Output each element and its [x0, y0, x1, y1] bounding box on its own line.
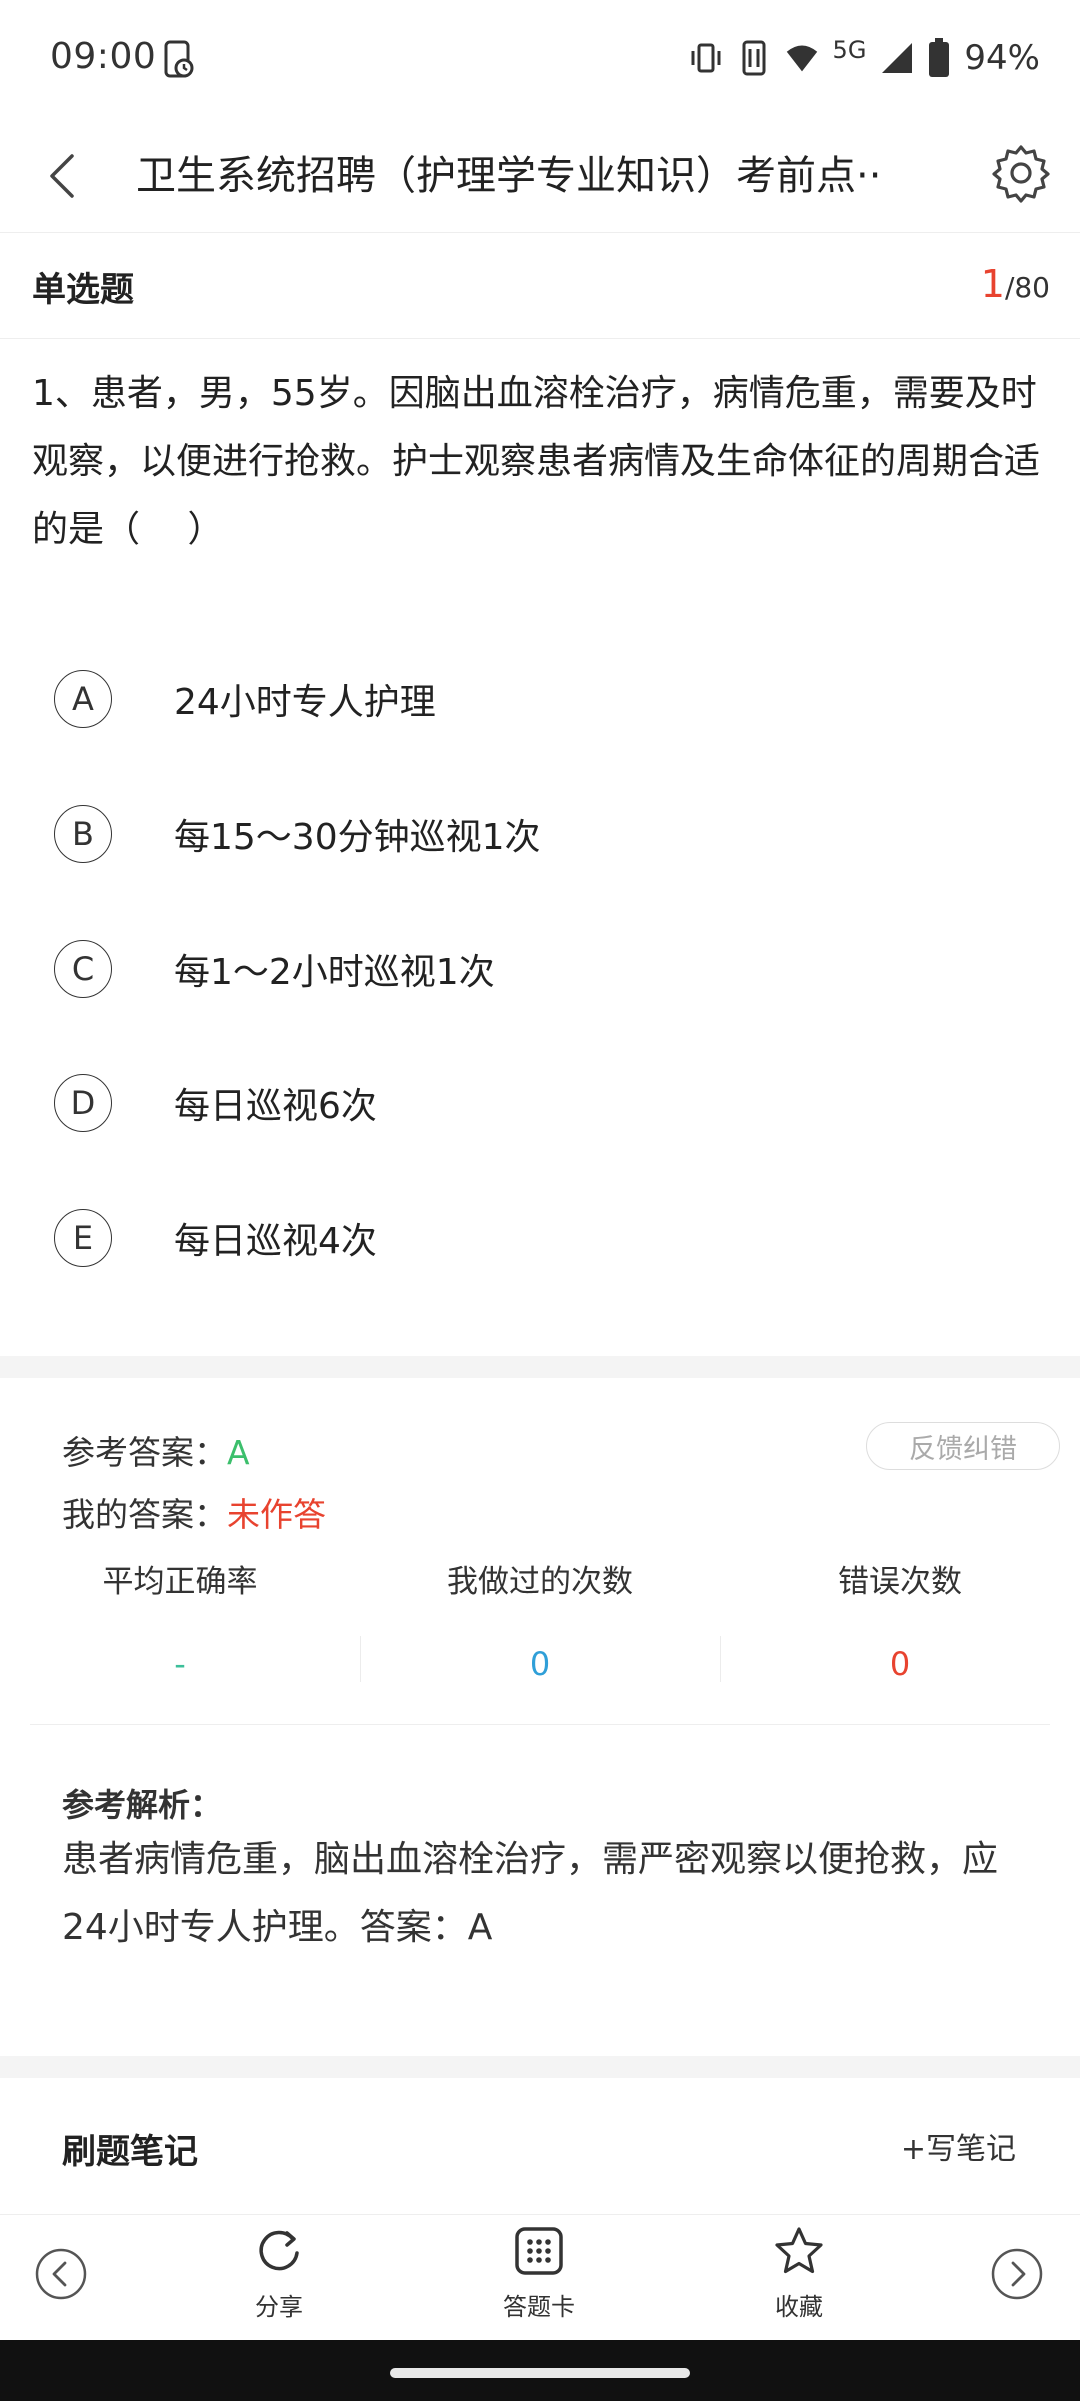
my-answer-value: 未作答 — [227, 1495, 326, 1534]
stat-error-count: 错误次数 0 — [720, 1556, 1080, 1683]
home-gesture-bar[interactable] — [390, 2368, 690, 2378]
my-answer: 我的答案：未作答 — [62, 1488, 326, 1536]
status-icons: 5G 94% — [689, 36, 1040, 80]
option-text: 24小时专人护理 — [174, 682, 436, 723]
option-letter: E — [54, 1209, 112, 1267]
battery-icon — [929, 38, 950, 77]
feedback-button[interactable]: 反馈纠错 — [866, 1422, 1060, 1470]
data-transfer-icon — [742, 40, 766, 76]
answer-card-button[interactable]: 答题卡 — [474, 2225, 604, 2335]
previous-question-icon[interactable] — [34, 2247, 88, 2301]
question-progress: 1/80 — [981, 262, 1050, 306]
share-refresh-icon — [259, 2230, 299, 2271]
vibrate-icon — [691, 43, 721, 73]
analysis-text: 患者病情危重，脑出血溶栓治疗，需严密观察以便抢救，应24小时专人护理。答案：A — [62, 1839, 999, 1948]
battery-level: 94% — [964, 38, 1040, 78]
back-icon[interactable] — [36, 148, 92, 204]
section-divider — [0, 2056, 1080, 2078]
option-c[interactable]: C 每1～2小时巡视1次 — [54, 924, 1014, 1014]
option-text: 每1～2小时巡视1次 — [174, 952, 495, 993]
option-text: 每日巡视6次 — [174, 1086, 377, 1127]
top-nav: 卫生系统招聘（护理学专业知识）考前点·· — [0, 120, 1080, 233]
gear-icon[interactable] — [990, 142, 1052, 204]
phone-sync-icon — [164, 40, 194, 78]
answer-card-label: 答题卡 — [503, 2293, 575, 2321]
question-text: 1、患者，男，55岁。因脑出血溶栓治疗，病情危重，需要及时观察，以便进行抢救。护… — [32, 373, 1041, 550]
stat-label: 平均正确率 — [102, 1564, 258, 1600]
page-title: 卫生系统招聘（护理学专业知识）考前点·· — [136, 153, 882, 199]
favorite-button[interactable]: 收藏 — [734, 2225, 864, 2335]
notes-title: 刷题笔记 — [62, 2132, 198, 2172]
stat-label: 我做过的次数 — [447, 1564, 633, 1600]
question-type: 单选题 — [32, 270, 134, 310]
network-type: 5G — [832, 36, 867, 64]
analysis-title: 参考解析： — [62, 1786, 223, 1824]
share-label: 分享 — [255, 2293, 303, 2321]
divider — [30, 1724, 1050, 1725]
stat-average-accuracy: 平均正确率 - — [0, 1556, 360, 1683]
option-letter: B — [54, 805, 112, 863]
next-question-icon[interactable] — [990, 2247, 1044, 2301]
option-b[interactable]: B 每15～30分钟巡视1次 — [54, 789, 1014, 879]
status-bar: 09:00 5G 94% — [0, 0, 1080, 120]
option-e[interactable]: E 每日巡视4次 — [54, 1193, 1014, 1283]
notes-section: 刷题笔记 +写笔记 — [0, 2078, 1080, 2208]
reference-answer: 参考答案：A — [62, 1426, 250, 1474]
write-note-button[interactable]: +写笔记 — [901, 2124, 1016, 2168]
star-icon — [775, 2227, 823, 2274]
signal-icon — [882, 43, 913, 73]
stat-attempt-count: 我做过的次数 0 — [360, 1556, 720, 1683]
wifi-icon — [786, 45, 817, 72]
my-answer-label: 我的答案： — [62, 1495, 227, 1534]
option-text: 每15～30分钟巡视1次 — [174, 817, 541, 858]
share-button[interactable]: 分享 — [214, 2225, 344, 2335]
progress-total: /80 — [1004, 271, 1050, 304]
stat-value: - — [174, 1645, 186, 1683]
stat-value: 0 — [889, 1645, 911, 1683]
option-letter: D — [54, 1074, 112, 1132]
system-gesture-area — [0, 2340, 1080, 2401]
grid-icon — [515, 2227, 563, 2275]
bottom-toolbar: 分享 答题卡 收藏 — [0, 2214, 1080, 2341]
option-text: 每日巡视4次 — [174, 1221, 377, 1262]
section-divider — [0, 1356, 1080, 1378]
option-a[interactable]: A 24小时专人护理 — [54, 654, 1014, 744]
favorite-label: 收藏 — [775, 2293, 823, 2321]
question-header: 单选题 1/80 — [0, 232, 1080, 339]
option-letter: A — [54, 670, 112, 728]
stat-value: 0 — [529, 1645, 551, 1683]
stat-label: 错误次数 — [838, 1564, 962, 1600]
progress-current: 1 — [980, 262, 1005, 306]
status-time: 09:00 — [50, 36, 157, 77]
reference-answer-label: 参考答案： — [62, 1433, 227, 1472]
option-d[interactable]: D 每日巡视6次 — [54, 1058, 1014, 1148]
reference-answer-value: A — [227, 1433, 250, 1472]
option-letter: C — [54, 940, 112, 998]
answer-panel: 参考答案：A 反馈纠错 我的答案：未作答 平均正确率 - 我做过的次数 0 错误… — [0, 1378, 1080, 2054]
